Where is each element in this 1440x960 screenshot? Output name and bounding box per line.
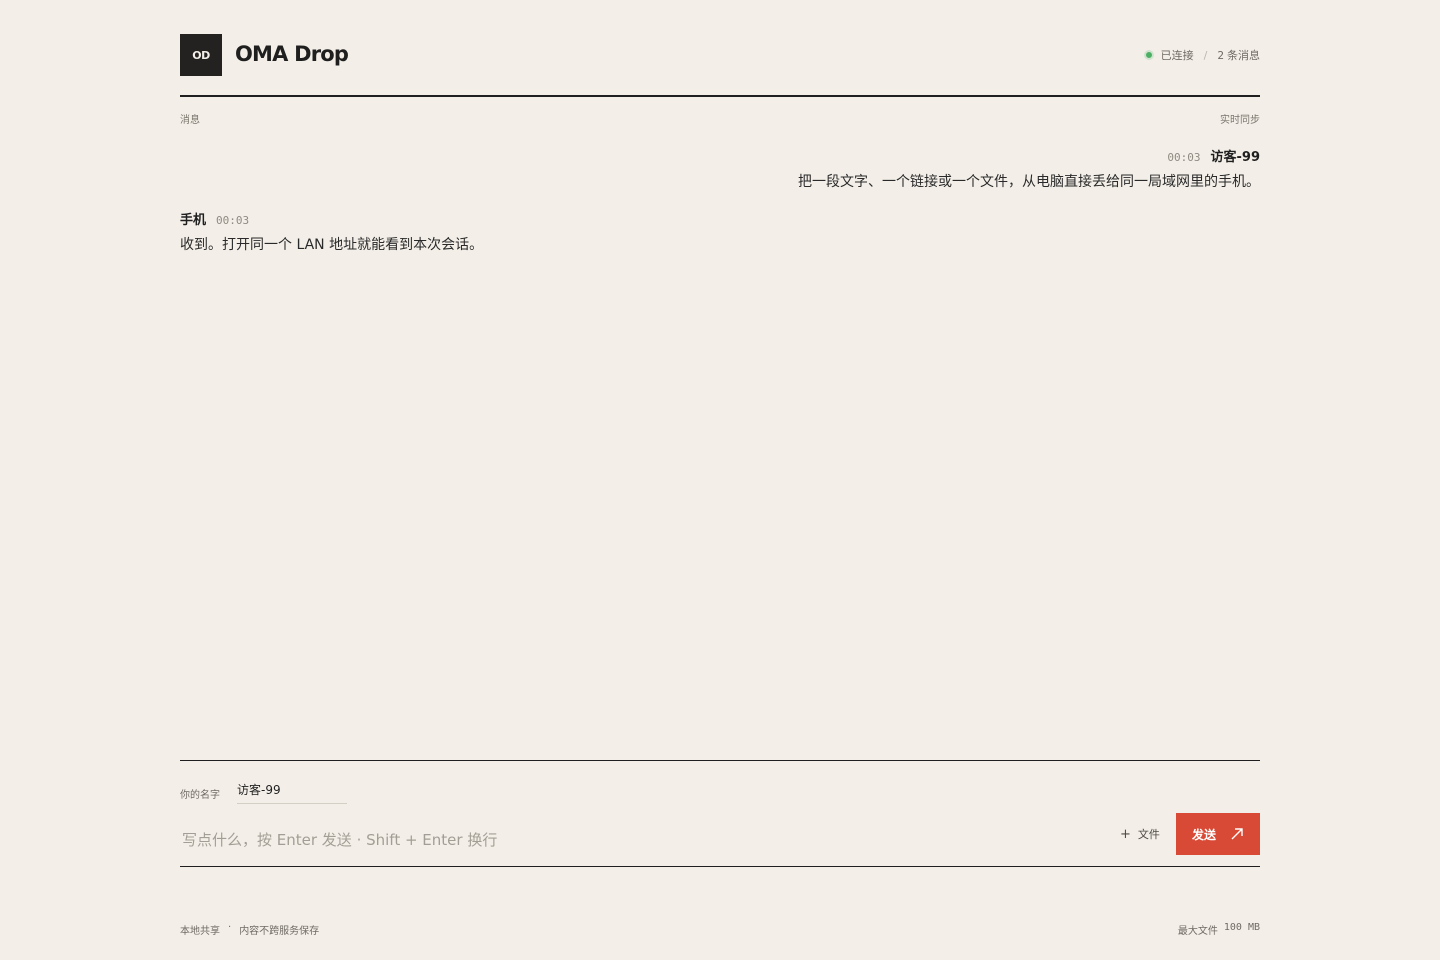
message-count: 2 xyxy=(1217,48,1224,62)
send-button[interactable]: 发送 xyxy=(1176,813,1260,855)
message-sender: 访客-99 xyxy=(1210,150,1261,165)
app-page: OD OMA Drop 已连接 / 2 条消息 消息 实时同步 00:03 访客… xyxy=(180,0,1260,960)
file-limit-label: 最大文件 xyxy=(1177,926,1218,937)
connection-status: 已连接 / 2 条消息 xyxy=(1143,46,1260,64)
composer-divider-bottom xyxy=(180,866,1260,867)
section-label: 消息 xyxy=(180,115,200,126)
file-button-label: 文件 xyxy=(1137,828,1160,841)
name-field[interactable] xyxy=(237,780,347,804)
logo-text: OD xyxy=(192,48,210,62)
status-label: 已连接 xyxy=(1160,49,1194,62)
attach-file-button[interactable]: + 文件 xyxy=(1120,826,1160,842)
message-sender: 手机 xyxy=(180,213,207,228)
message-meta: 手机 00:03 xyxy=(180,209,249,228)
footer-local-share: 本地共享 xyxy=(180,926,220,937)
logo: OD xyxy=(180,34,222,76)
footer-file-limit: 最大文件 100 MB xyxy=(1178,922,1260,937)
message-meta: 00:03 访客-99 xyxy=(1167,146,1260,165)
name-label: 你的名字 xyxy=(180,790,220,801)
plus-icon: + xyxy=(1120,826,1131,842)
send-button-label: 发送 xyxy=(1191,827,1216,842)
footer-separator: · xyxy=(228,922,232,933)
status-separator: / xyxy=(1203,48,1208,62)
app-title: OMA Drop xyxy=(235,42,349,66)
message-text: 收到。打开同一个 LAN 地址就能看到本次会话。 xyxy=(180,237,484,253)
message-time: 00:03 xyxy=(216,214,250,227)
header: OD OMA Drop 已连接 / 2 条消息 xyxy=(180,34,1260,96)
message-input[interactable] xyxy=(180,824,1100,856)
composer-divider-top xyxy=(180,760,1260,761)
arrow-up-right-icon xyxy=(1231,828,1243,840)
sync-label: 实时同步 xyxy=(1220,115,1260,126)
header-divider xyxy=(180,95,1260,97)
file-limit-value: 100 MB xyxy=(1223,922,1260,933)
message-count-label: 条消息 xyxy=(1227,49,1260,62)
message-time: 00:03 xyxy=(1167,151,1201,164)
message-text: 把一段文字、一个链接或一个文件，从电脑直接丢给同一局域网里的手机。 xyxy=(798,174,1260,190)
footer-info: 本地共享 · 内容不跨服务保存 xyxy=(180,922,319,937)
footer-storage-note: 内容不跨服务保存 xyxy=(239,926,320,937)
status-dot-icon xyxy=(1143,50,1154,60)
